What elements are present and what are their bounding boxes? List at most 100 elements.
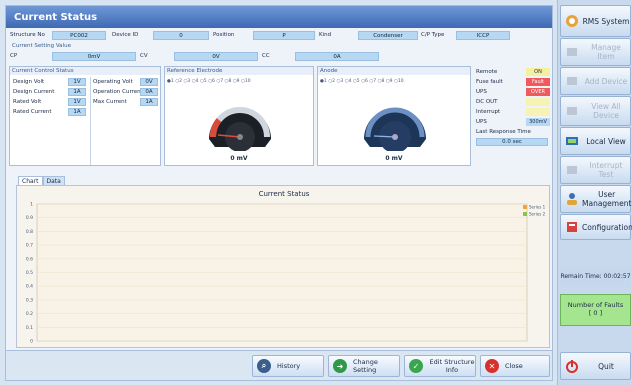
history-button-label: History — [277, 362, 301, 370]
legend-swatch — [523, 205, 527, 209]
kind-value: Condenser — [358, 31, 418, 40]
add-device-button[interactable]: Add Device — [560, 67, 631, 95]
page-title: Current Status — [6, 6, 552, 28]
design-volt-value: 1V — [68, 78, 86, 86]
cv-label: CV — [140, 53, 148, 59]
faults-label: Number of Faults — [567, 301, 624, 309]
sidebar: RMS System Manage Item Add Device View A… — [557, 0, 632, 385]
y-tick-label: 0.5 — [26, 270, 33, 276]
cp-type-value: ICCP — [456, 31, 510, 40]
close-button[interactable]: ✕ Close — [480, 355, 550, 377]
configuration-icon — [565, 220, 579, 234]
cc-label: CC — [262, 53, 270, 59]
interrupt-test-icon — [565, 163, 579, 177]
faults-box: Number of Faults [ 0 ] — [560, 294, 631, 326]
position-value: P — [253, 31, 315, 40]
ups-label: UPS — [476, 89, 487, 95]
anode-title: Anode — [318, 67, 470, 75]
status-chart: Current Status 1 0.9 0.8 0.7 0.6 0.5 0.4 0.3 0.2 0… — [16, 185, 550, 348]
rms-system-label: RMS System — [582, 16, 630, 26]
fuse-status: Fuse fault Fault — [474, 78, 552, 87]
ups-voltage-status: UPS 300mV — [474, 118, 552, 127]
anode-gauge-icon — [364, 107, 426, 151]
view-all-device-label: View All Device — [591, 102, 621, 120]
quit-button[interactable]: Quit — [560, 352, 631, 380]
local-view-button[interactable]: Local View — [560, 127, 631, 155]
ups-status: UPS OVER — [474, 88, 552, 97]
y-tick-label: 0 — [30, 339, 33, 345]
cc-value: 0A — [295, 52, 379, 61]
edit-structure-info-button[interactable]: ✓ Edit Structure Info — [404, 355, 476, 377]
operation-current-value: 0A — [140, 88, 158, 96]
interrupt-test-label: Interrupt Test — [589, 161, 623, 179]
design-current-label: Design Current — [13, 89, 55, 95]
control-status-title: Current Control Status — [10, 67, 160, 75]
structure-no-label: Structure No — [10, 32, 45, 38]
response-time-value: 0.0 sec — [476, 138, 548, 146]
y-tick-label: 0.3 — [26, 297, 33, 303]
quit-icon — [565, 359, 579, 373]
max-current-value: 1A — [140, 98, 158, 106]
arrow-right-icon: ➜ — [333, 359, 347, 373]
configuration-button[interactable]: Configuration — [560, 214, 632, 240]
rms-system-button[interactable]: RMS System — [560, 5, 631, 37]
user-management-button[interactable]: User Management — [560, 185, 631, 213]
structure-info-row: Structure No PC002 Device ID 0 Position … — [8, 31, 550, 41]
device-id-label: Device ID — [112, 32, 139, 38]
legend-label: Series 2 — [529, 212, 546, 217]
setting-row: CP 0mV CV 0V CC 0A — [8, 52, 550, 62]
reference-electrode-panel: Reference Electrode ●1 ○2 ○3 ○4 ○5 ○6 ○7… — [164, 66, 314, 166]
y-tick-label: 1 — [30, 202, 33, 208]
setting-section-label: Current Setting Value — [12, 43, 71, 49]
dcout-label: DC OUT — [476, 99, 498, 105]
ups-voltage-value: 300mV — [526, 118, 550, 126]
reference-gauge-icon — [209, 107, 271, 151]
anode-channel-selector[interactable]: ●1 ○2 ○3 ○4 ○5 ○6 ○7 ○8 ○9 ○10 — [320, 79, 404, 84]
add-device-icon — [565, 74, 579, 88]
operating-volt-label: Operating Volt — [93, 79, 133, 85]
interrupt-test-button[interactable]: Interrupt Test — [560, 156, 631, 184]
close-icon: ✕ — [485, 359, 499, 373]
close-button-label: Close — [505, 362, 523, 370]
change-setting-label: Change Setting — [353, 358, 378, 374]
manage-item-button[interactable]: Manage Item — [560, 38, 631, 66]
interrupt-label: Interrupt — [476, 109, 501, 115]
view-all-device-icon — [565, 104, 579, 118]
y-tick-label: 0.6 — [26, 256, 33, 262]
y-tick-label: 0.9 — [26, 215, 33, 221]
remote-value: ON — [526, 68, 550, 76]
rated-volt-label: Rated Volt — [13, 99, 42, 105]
response-time-label: Last Response Time — [476, 129, 531, 135]
action-bar: ⌕ History ➜ Change Setting ✓ Edit Struct… — [6, 350, 552, 380]
remain-time: Remain Time: 00:02:57 — [560, 267, 631, 287]
y-tick-label: 0.7 — [26, 243, 33, 249]
legend-swatch — [523, 212, 527, 216]
reference-channel-selector[interactable]: ●1 ○2 ○3 ○4 ○5 ○6 ○7 ○8 ○9 ○10 — [167, 79, 251, 84]
fuse-value: Fault — [526, 78, 550, 86]
user-management-label: User Management — [582, 190, 632, 208]
dcout-status: DC OUT — [474, 98, 552, 107]
remote-status: Remote ON — [474, 68, 552, 77]
rms-logo-icon — [565, 14, 579, 28]
main-panel: Current Status Structure No PC002 Device… — [5, 5, 553, 381]
magnifier-icon: ⌕ — [257, 359, 271, 373]
status-chart-svg: Current Status 1 0.9 0.8 0.7 0.6 0.5 0.4 0.3 0.2 0… — [26, 190, 546, 345]
reference-electrode-title: Reference Electrode — [165, 67, 313, 75]
manage-item-icon — [565, 45, 579, 59]
local-view-label: Local View — [586, 136, 626, 146]
fuse-label: Fuse fault — [476, 79, 503, 85]
change-setting-button[interactable]: ➜ Change Setting — [328, 355, 400, 377]
operating-volt-value: 0V — [140, 78, 158, 86]
operation-current-label: Operation Current — [93, 89, 143, 95]
anode-panel: Anode ●1 ○2 ○3 ○4 ○5 ○6 ○7 ○8 ○9 ○10 0 m… — [317, 66, 471, 166]
ups-value: OVER — [526, 88, 550, 96]
ups-voltage-label: UPS — [476, 119, 487, 125]
cv-value: 0V — [174, 52, 258, 61]
local-view-icon — [565, 134, 579, 148]
design-current-value: 1A — [68, 88, 86, 96]
chart-title: Current Status — [259, 190, 310, 198]
user-icon — [565, 192, 579, 206]
history-button[interactable]: ⌕ History — [252, 355, 324, 377]
view-all-device-button[interactable]: View All Device — [560, 96, 631, 126]
structure-no-value: PC002 — [52, 31, 106, 40]
